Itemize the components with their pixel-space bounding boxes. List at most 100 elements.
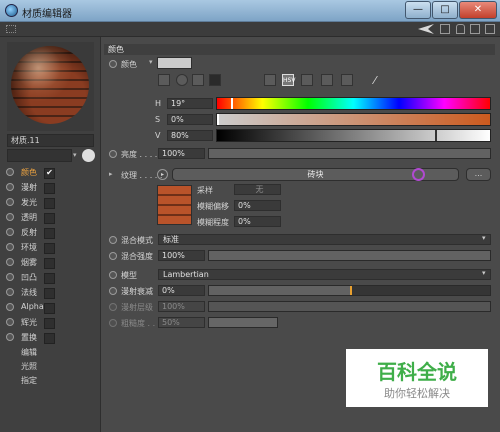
channel-label[interactable]: 漫射 (21, 182, 37, 193)
h-slider-handle[interactable] (231, 98, 234, 109)
channel-checkbox[interactable] (44, 258, 55, 269)
color-anim-dot[interactable] (109, 60, 117, 68)
eyedropper-icon[interactable]: ⁄ (374, 74, 386, 87)
model-dropdown[interactable]: Lambertian (158, 269, 491, 280)
channel-checkbox[interactable] (44, 183, 55, 194)
channel-checkbox[interactable] (44, 288, 55, 299)
channel-row[interactable]: 置换 (3, 331, 98, 344)
mix-strength-input[interactable]: 100% (158, 250, 205, 261)
channel-dot-icon[interactable] (6, 243, 14, 251)
brightness-input[interactable]: 100% (158, 148, 205, 159)
material-preview[interactable] (7, 42, 94, 131)
color-swatch[interactable] (157, 57, 192, 69)
channel-checkbox[interactable]: ✔ (44, 168, 55, 179)
brightness-anim-dot[interactable] (109, 150, 117, 158)
texture-expand-icon[interactable]: ▸ (109, 170, 113, 178)
channel-row[interactable]: 辉光 (3, 316, 98, 329)
channel-label[interactable]: 置换 (21, 332, 37, 343)
channel-checkbox[interactable] (44, 303, 55, 314)
v-slider-handle[interactable] (435, 130, 438, 141)
channel-row[interactable]: Alpha (3, 301, 98, 314)
channel-label[interactable]: 环境 (21, 242, 37, 253)
diffuse-falloff-anim-dot[interactable] (109, 287, 117, 295)
channel-row[interactable]: 凹凸 (3, 271, 98, 284)
channel-dot-icon[interactable] (6, 288, 14, 296)
add-icon[interactable] (485, 24, 495, 34)
model-anim-dot[interactable] (109, 271, 117, 279)
up-arrow-icon[interactable] (440, 24, 450, 34)
channel-dot-icon[interactable] (6, 333, 14, 341)
sample-dropdown[interactable]: 无 (234, 184, 281, 195)
kelvin-tool-icon[interactable] (301, 74, 313, 86)
channel-dot-icon[interactable] (6, 183, 14, 191)
channel-dot-icon[interactable] (6, 213, 14, 221)
texture-thumbnail[interactable] (157, 185, 192, 225)
channel-label[interactable]: Alpha (21, 302, 44, 311)
channel-label[interactable]: 反射 (21, 227, 37, 238)
channel-row[interactable]: 烟雾 (3, 256, 98, 269)
channel-label[interactable]: 发光 (21, 197, 37, 208)
h-slider[interactable] (216, 97, 491, 110)
blur-amount-input[interactable]: 0% (234, 216, 281, 227)
maximize-button[interactable]: □ (432, 1, 458, 19)
color-wheel-tool-icon[interactable] (158, 74, 170, 86)
diffuse-falloff-handle[interactable] (349, 286, 352, 295)
mix-mode-dropdown[interactable]: 标准 (158, 234, 491, 245)
channel-row[interactable]: 颜色 ✔ (3, 166, 98, 179)
rgb-tool-icon[interactable] (264, 74, 276, 86)
channel-checkbox[interactable] (44, 243, 55, 254)
channel-checkbox[interactable] (44, 273, 55, 284)
s-input[interactable]: 0% (167, 114, 213, 125)
chevron-down-icon[interactable]: ▾ (73, 151, 79, 159)
spectrum-tool-icon[interactable] (176, 74, 188, 86)
lock-icon[interactable] (456, 24, 465, 34)
extra-item[interactable]: 指定 (21, 375, 91, 388)
new-view-icon[interactable] (470, 24, 480, 34)
extra-item[interactable]: 光照 (21, 361, 91, 374)
channel-row[interactable]: 法线 (3, 286, 98, 299)
channel-dot-icon[interactable] (6, 228, 14, 236)
channel-label[interactable]: 烟雾 (21, 257, 37, 268)
brightness-slider[interactable] (208, 148, 491, 159)
picture-tool-icon[interactable] (209, 74, 221, 86)
v-input[interactable]: 80% (167, 130, 213, 141)
chevron-down-icon[interactable]: ▾ (482, 234, 486, 242)
mixer-tool-icon[interactable] (321, 74, 333, 86)
preview-options-field[interactable] (7, 149, 72, 162)
mix-mode-anim-dot[interactable] (109, 236, 117, 244)
material-name-field[interactable]: 材质.11 (7, 134, 94, 147)
channel-checkbox[interactable] (44, 213, 55, 224)
channel-row[interactable]: 发光 (3, 196, 98, 209)
h-input[interactable]: 19° (167, 98, 213, 109)
v-slider[interactable] (216, 129, 491, 142)
channel-checkbox[interactable] (44, 318, 55, 329)
minimize-button[interactable]: — (405, 1, 431, 19)
close-button[interactable]: ✕ (459, 1, 497, 19)
channel-row[interactable]: 环境 (3, 241, 98, 254)
back-arrow-icon[interactable] (418, 24, 434, 35)
channel-checkbox[interactable] (44, 228, 55, 239)
diffuse-falloff-input[interactable]: 0% (158, 285, 205, 296)
channel-checkbox[interactable] (44, 198, 55, 209)
mix-strength-anim-dot[interactable] (109, 252, 117, 260)
channel-dot-icon[interactable] (6, 168, 14, 176)
channel-label[interactable]: 法线 (21, 287, 37, 298)
channel-dot-icon[interactable] (6, 318, 14, 326)
channel-row[interactable]: 透明 (3, 211, 98, 224)
mix-strength-slider[interactable] (208, 250, 491, 261)
channel-row[interactable]: 漫射 (3, 181, 98, 194)
swatches-tool-icon[interactable] (341, 74, 353, 86)
image-tool-icon[interactable] (192, 74, 204, 86)
chevron-down-icon[interactable]: ▾ (149, 58, 153, 66)
channel-dot-icon[interactable] (6, 303, 14, 311)
preview-render-icon[interactable] (82, 149, 95, 162)
hsv-tool-icon[interactable]: HSV (282, 74, 295, 86)
channel-row[interactable]: 反射 (3, 226, 98, 239)
chevron-down-icon[interactable]: ▾ (482, 269, 486, 277)
channel-label[interactable]: 透明 (21, 212, 37, 223)
channel-label[interactable]: 颜色 (21, 167, 37, 178)
extra-item[interactable]: 编辑 (21, 347, 91, 360)
channel-checkbox[interactable] (44, 333, 55, 344)
blur-offset-input[interactable]: 0% (234, 200, 281, 211)
s-slider-handle[interactable] (217, 114, 219, 125)
